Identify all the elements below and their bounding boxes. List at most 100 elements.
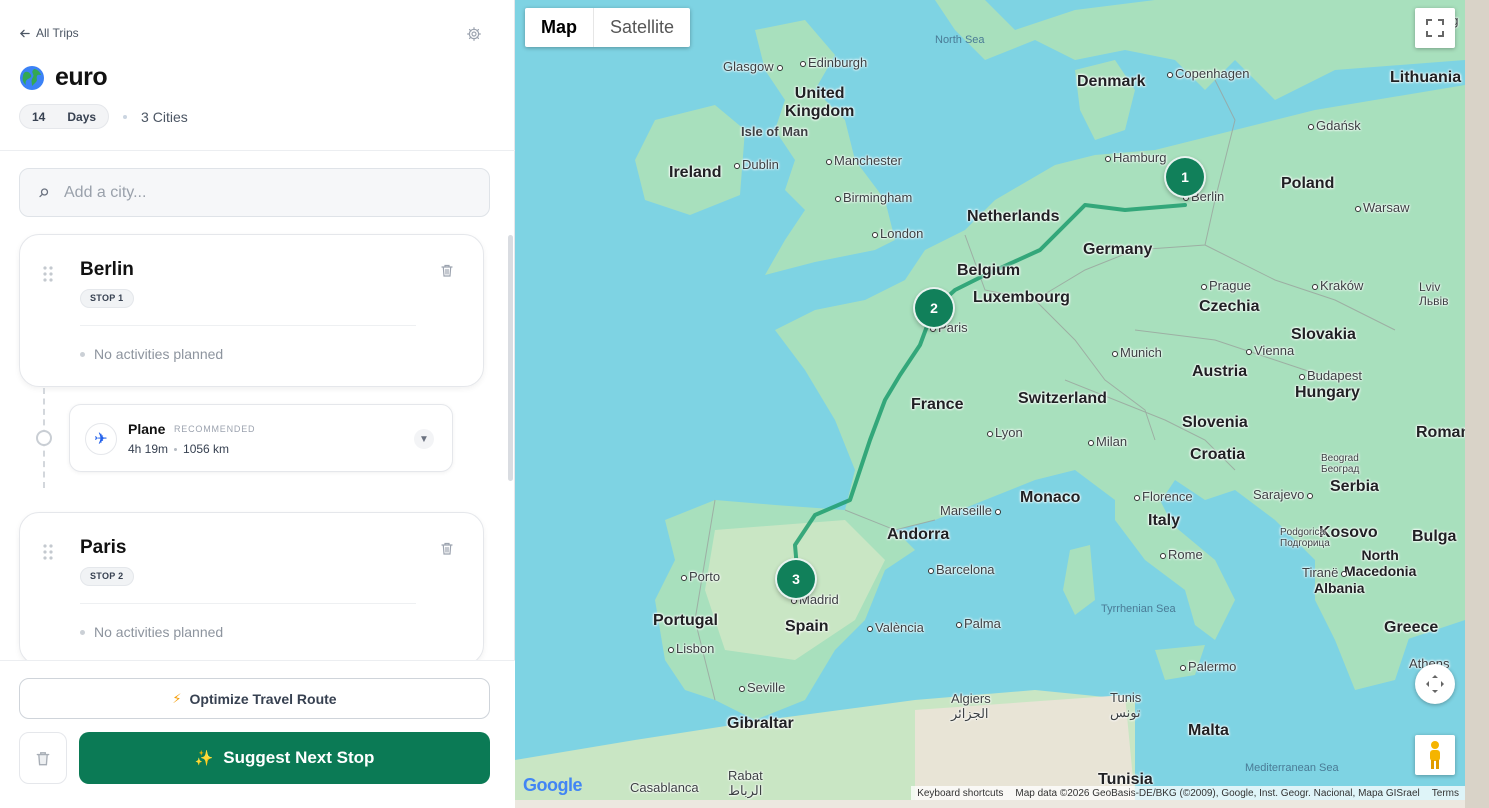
map-label-text: North Macedonia: [1344, 547, 1417, 579]
map-type-control: Map Satellite: [525, 8, 691, 47]
meta-dot: [174, 447, 178, 451]
add-city-search[interactable]: [19, 168, 490, 217]
map-label-luxembourg: Luxembourg: [973, 289, 1070, 306]
map-type-map[interactable]: Map: [525, 8, 594, 47]
map-canvas[interactable]: United Kingdom Isle of Man Ireland Denma…: [515, 0, 1465, 800]
city-dot-icon: [1308, 124, 1314, 130]
google-logo-text: Google: [523, 775, 583, 795]
camera-control-button[interactable]: [1415, 664, 1455, 704]
chevron-down-icon[interactable]: ▼: [414, 429, 434, 449]
map-city-text: Glasgow: [723, 59, 774, 74]
city-dot-icon: [1167, 72, 1173, 78]
city-dot-icon: [1307, 493, 1314, 499]
stop-card-berlin[interactable]: Berlin STOP 1 No activities planned: [19, 234, 484, 387]
globe-icon: [20, 65, 44, 90]
plane-icon: ✈: [85, 423, 117, 455]
map-city-text: Porto: [689, 569, 721, 584]
map-city-text: Warsaw: [1363, 200, 1410, 215]
optimize-route-button[interactable]: ⚡ Optimize Travel Route: [19, 678, 490, 719]
days-pill[interactable]: 14 Days: [19, 104, 110, 129]
route-connector-node: [36, 430, 52, 446]
map-city-text: Copenhagen: [1175, 66, 1250, 81]
map-city-text: Vienna: [1254, 343, 1295, 358]
map-label-gibraltar: Gibraltar: [727, 715, 794, 732]
city-dot-icon: [867, 626, 873, 632]
trip-title[interactable]: euro: [55, 63, 108, 92]
drag-handle-icon[interactable]: [42, 543, 54, 561]
map-label-france: France: [911, 396, 964, 413]
map-city-text: Budapest: [1307, 368, 1362, 383]
map-label-romania: Roman: [1416, 424, 1465, 441]
map-city-hamburg: Hamburg: [1105, 150, 1166, 165]
city-dot-icon: [1299, 374, 1305, 380]
map-city-casablanca: Casablanca: [630, 780, 699, 795]
map-city-copenhagen: Copenhagen: [1167, 66, 1249, 81]
map-label-slovenia: Slovenia: [1182, 414, 1248, 431]
suggest-next-stop-button[interactable]: ✨ Suggest Next Stop: [79, 732, 490, 784]
sidebar-footer: ⚡ Optimize Travel Route ✨ Suggest Next S…: [0, 660, 515, 808]
terms-link[interactable]: Terms: [1432, 788, 1459, 799]
gear-icon[interactable]: [466, 26, 482, 42]
map-marker-stop-3[interactable]: 3: [775, 558, 817, 600]
map-label-text: United Kingdom: [785, 85, 855, 120]
city-dot-icon: [1355, 206, 1361, 212]
city-dot-icon: [800, 61, 806, 67]
transport-option-card[interactable]: ✈ Plane RECOMMENDED 4h 19m 1056 km ▼: [69, 404, 453, 472]
move-arrows-icon: [1426, 675, 1444, 693]
city-dot-icon: [1246, 349, 1252, 355]
trash-icon: [36, 751, 50, 765]
map-label-uk: United Kingdom: [785, 85, 854, 121]
map-label-germany: Germany: [1083, 241, 1153, 258]
city-dot-icon: [668, 647, 674, 653]
map-marker-stop-2[interactable]: 2: [913, 287, 955, 329]
map-marker-stop-1[interactable]: 1: [1164, 156, 1206, 198]
map-label-poland: Poland: [1281, 175, 1335, 192]
map-type-satellite[interactable]: Satellite: [594, 8, 690, 47]
map-city-edinburgh: Edinburgh: [800, 55, 867, 70]
fullscreen-button[interactable]: [1415, 8, 1455, 48]
map-data-credit: Map data ©2026 GeoBasis-DE/BKG (©2009), …: [1015, 787, 1420, 799]
map-city-text: València: [875, 620, 924, 635]
map-label-malta: Malta: [1188, 722, 1229, 739]
map-city-tirane: Tiranë: [1302, 565, 1349, 580]
city-dot-icon: [835, 196, 841, 202]
city-dot-icon: [826, 159, 832, 165]
stops-scroll-area[interactable]: Berlin STOP 1 No activities planned ✈ Pl…: [0, 152, 515, 660]
clear-trip-button[interactable]: [19, 732, 67, 784]
map-sea-mediterranean: Mediterranean Sea: [1245, 762, 1339, 774]
map-label-serbia: Serbia: [1330, 478, 1379, 495]
map-city-text: London: [880, 226, 924, 241]
map-city-text: Kraków: [1320, 278, 1364, 293]
map-city-lisbon: Lisbon: [668, 641, 714, 656]
google-logo[interactable]: Google: [523, 775, 583, 796]
stop-city-name: Berlin: [80, 259, 134, 280]
trash-icon[interactable]: [440, 541, 454, 556]
lightning-icon: ⚡: [172, 690, 182, 706]
map-city-text: Dublin: [742, 157, 779, 172]
keyboard-shortcuts-link[interactable]: Keyboard shortcuts: [917, 788, 1003, 799]
drag-handle-icon[interactable]: [42, 265, 54, 283]
city-dot-icon: [928, 568, 934, 574]
map-city-text: Hamburg: [1113, 150, 1167, 165]
stop-card-paris[interactable]: Paris STOP 2 No activities planned: [19, 512, 484, 660]
map-label-andorra: Andorra: [887, 526, 950, 543]
sidebar-scrollbar[interactable]: [508, 235, 513, 481]
map-city-text: Gdańsk: [1316, 118, 1361, 133]
arrow-left-icon: [19, 29, 30, 37]
trip-meta: 14 Days 3 Cities: [19, 104, 188, 129]
map-label-netherlands: Netherlands: [967, 208, 1060, 225]
map-city-florence: Florence: [1134, 489, 1193, 504]
map-label-greece: Greece: [1384, 619, 1439, 636]
trash-icon[interactable]: [440, 263, 454, 278]
map-city-text: Palma: [964, 616, 1001, 631]
map-label-switzerland: Switzerland: [1018, 390, 1107, 407]
map-city-gdansk: Gdańsk: [1308, 118, 1361, 133]
map-label-ireland: Ireland: [669, 164, 722, 181]
street-view-pegman[interactable]: [1415, 735, 1455, 775]
sparkles-icon: ✨: [194, 750, 214, 767]
back-to-trips-link[interactable]: All Trips: [19, 26, 79, 40]
add-city-input[interactable]: [64, 183, 444, 202]
map-sea-north: North Sea: [935, 34, 985, 46]
map-bottom-edge: [515, 800, 1465, 808]
map-city-valencia: València: [867, 620, 924, 635]
